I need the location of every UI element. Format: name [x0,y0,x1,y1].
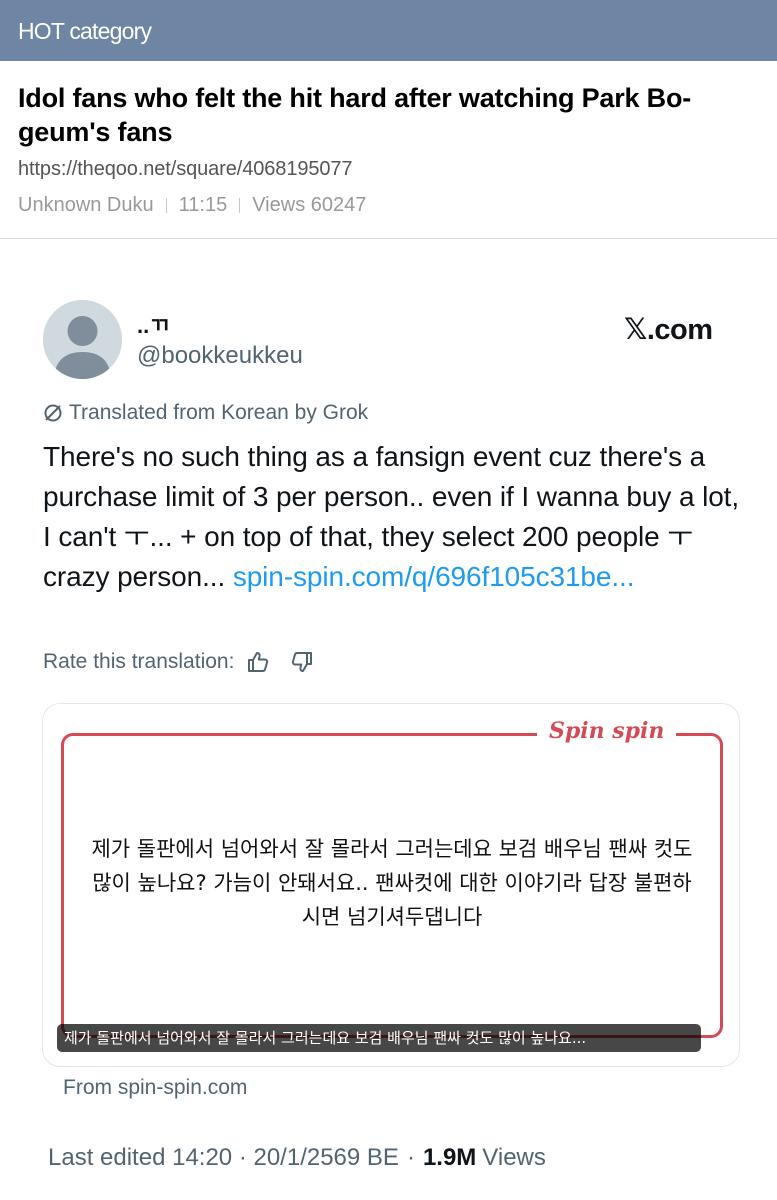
card-caption: 제가 돌판에서 넘어와서 잘 몰라서 그러는데요 보검 배우님 팬싸 컷도 많이… [57,1024,701,1052]
card-question-text: 제가 돌판에서 넘어와서 잘 몰라서 그러는데요 보검 배우님 팬싸 컷도 많이… [91,837,693,929]
author-name: Unknown Duku [18,194,154,216]
avatar[interactable] [43,300,122,379]
link-card[interactable]: Spin spin 제가 돌판에서 넘어와서 잘 몰라서 그러는데요 보검 배우… [42,703,740,1067]
article-url[interactable]: https://theqoo.net/square/4068195077 [18,158,353,181]
thumbs-down-icon [292,652,313,672]
tweet-footer: Last edited 14:20 · 20/1/2569 BE · 1.9M … [48,1144,546,1172]
view-count: Views 60247 [252,194,367,216]
thumbs-up-button[interactable] [246,650,270,674]
translate-icon [44,404,62,422]
thumbs-down-button[interactable] [290,650,314,674]
last-edited[interactable]: Last edited 14:20 · 20/1/2569 BE [48,1144,399,1172]
tweet-text: There's no such thing as a fansign event… [43,437,753,597]
post-time: 11:15 [178,194,228,216]
user-handle[interactable]: @bookkeukkeu [137,342,303,370]
rate-translation: Rate this translation: [43,650,314,674]
top-bar: HOT category [0,0,777,61]
article-meta: Unknown Duku 11:15 Views 60247 [18,194,366,217]
meta-divider [165,198,167,213]
tweet-link[interactable]: spin-spin.com/q/696f105c31be... [233,561,635,592]
translation-label: Translated from Korean by Grok [69,401,369,424]
article-title: Idol fans who felt the hit hard after wa… [18,83,692,147]
meta-divider [239,198,241,213]
spin-spin-logo: Spin spin [537,718,677,744]
views-label: Views [482,1144,546,1171]
display-name[interactable]: ..ㄲ [137,308,169,340]
views-count: 1.9M [422,1144,477,1171]
x-logo: 𝕏.com [624,314,713,346]
translation-notice: Translated from Korean by Grok [43,401,368,425]
thumbs-up-icon [248,652,269,672]
card-source[interactable]: From spin-spin.com [63,1076,247,1100]
article-header: Idol fans who felt the hit hard after wa… [0,61,777,239]
rate-label: Rate this translation: [43,650,235,673]
default-avatar-icon [43,300,122,379]
category-title[interactable]: HOT category [18,18,152,45]
footer-dot: · [406,1144,415,1171]
